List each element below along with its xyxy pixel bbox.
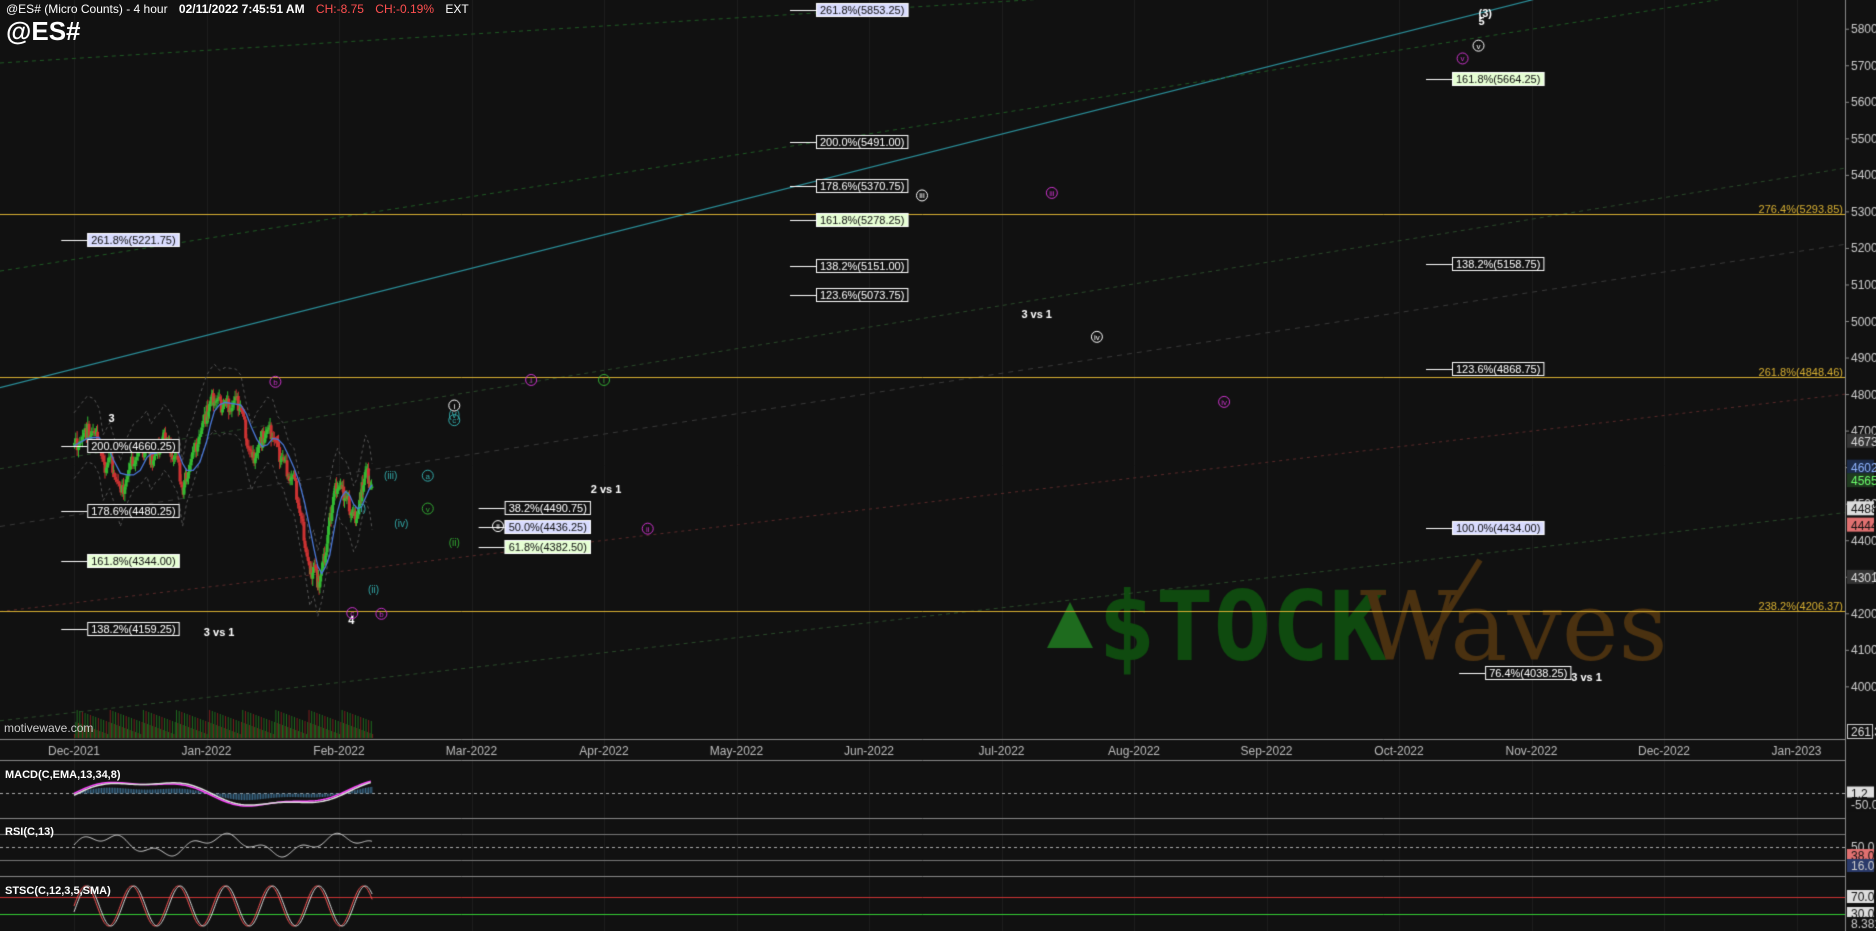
source-watermark: motivewave.com (4, 721, 94, 735)
stoch-title: STSC(C,12,3,5,SMA) (5, 885, 111, 897)
change-percent: CH:-0.19% (375, 2, 434, 16)
chart-datetime: 02/11/2022 7:45:51 AM (178, 2, 305, 16)
change-value: CH:-8.75 (315, 2, 364, 16)
chart-header: @ES# (Micro Counts) - 4 hour 02/11/2022 … (6, 2, 477, 16)
symbol-label: @ES# (6, 16, 81, 46)
price-chart-canvas[interactable] (0, 0, 1876, 931)
rsi-title: RSI(C,13) (5, 826, 54, 838)
chart-title: @ES# (Micro Counts) - 4 hour (6, 2, 168, 16)
macd-title: MACD(C,EMA,13,34,8) (5, 769, 121, 781)
session-badge: EXT (445, 2, 469, 16)
